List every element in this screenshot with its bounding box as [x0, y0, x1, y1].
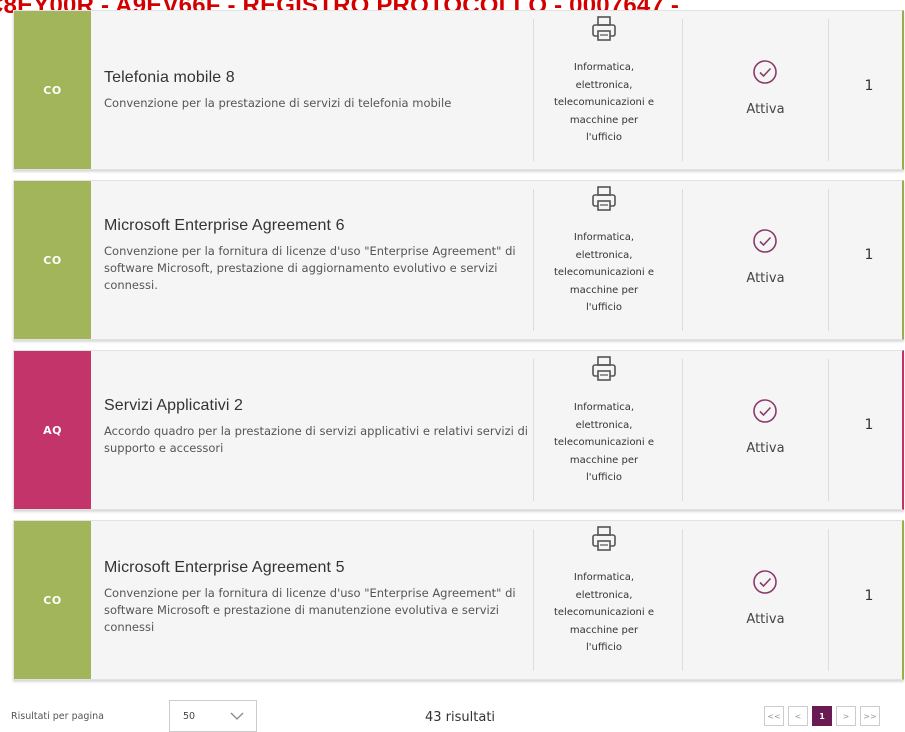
current-page-button[interactable]: 1	[812, 706, 832, 726]
column-divider	[828, 189, 829, 331]
category-label: Informatica, elettronica, telecomunicazi…	[539, 399, 669, 487]
results-count: 43 risultati	[425, 710, 496, 725]
status-cell: Attiva	[694, 181, 837, 339]
category-line: telecomunicazioni e	[553, 437, 655, 448]
result-title[interactable]: Servizi Applicativi 2	[104, 397, 529, 415]
status-cell: Attiva	[694, 521, 837, 679]
pagination-footer: Risultati per pagina 50 43 risultati << …	[0, 694, 905, 732]
result-title[interactable]: Microsoft Enterprise Agreement 5	[104, 559, 529, 577]
type-badge: CO	[14, 181, 91, 339]
results-per-page-value: 50	[183, 711, 196, 722]
result-title[interactable]: Telefonia mobile 8	[104, 69, 529, 87]
result-info: Servizi Applicativi 2 Accordo quadro per…	[104, 397, 529, 457]
result-description: Accordo quadro per la prestazione di ser…	[104, 424, 528, 455]
check-circle-icon	[753, 60, 777, 84]
category-line: l'ufficio	[586, 642, 622, 653]
category-line: macchine per	[569, 284, 639, 296]
category-cell: Informatica, elettronica, telecomunicazi…	[539, 351, 669, 509]
result-count: 1	[864, 417, 874, 433]
category-line: l'ufficio	[586, 132, 622, 143]
chevron-down-icon	[230, 712, 244, 720]
column-divider	[828, 359, 829, 501]
printer-icon	[592, 526, 616, 551]
category-line: telecomunicazioni e	[553, 97, 655, 108]
column-divider	[533, 359, 534, 501]
printer-icon	[592, 356, 616, 381]
type-badge: CO	[14, 521, 91, 679]
category-cell: Informatica, elettronica, telecomunicazi…	[539, 11, 669, 169]
category-line: Informatica,	[573, 572, 635, 583]
category-line: elettronica,	[575, 249, 633, 261]
status-label: Attiva	[746, 441, 785, 456]
category-line: elettronica,	[575, 79, 633, 91]
pager: << < 1 > >>	[764, 706, 880, 726]
category-label: Informatica, elettronica, telecomunicazi…	[539, 569, 669, 657]
category-line: Informatica,	[573, 62, 635, 73]
column-divider	[682, 189, 683, 331]
status-label: Attiva	[746, 271, 785, 286]
result-description: Convenzione per la fornitura di licenze …	[104, 586, 516, 634]
result-title[interactable]: Microsoft Enterprise Agreement 6	[104, 217, 529, 235]
result-card[interactable]: AQ Servizi Applicativi 2 Accordo quadro …	[13, 350, 904, 510]
category-line: Informatica,	[573, 402, 635, 413]
category-line: elettronica,	[575, 589, 633, 601]
printer-icon	[592, 186, 616, 211]
type-badge: CO	[14, 11, 91, 169]
category-line: l'ufficio	[586, 302, 622, 313]
category-line: telecomunicazioni e	[553, 267, 655, 278]
results-per-page-select[interactable]: 50	[169, 700, 257, 732]
check-circle-icon	[753, 399, 777, 423]
category-line: l'ufficio	[586, 472, 622, 483]
status-cell: Attiva	[694, 11, 837, 169]
column-divider	[682, 19, 683, 161]
category-line: macchine per	[569, 454, 639, 466]
result-count: 1	[864, 588, 874, 604]
status-label: Attiva	[746, 102, 785, 117]
category-line: Informatica,	[573, 232, 635, 243]
result-info: Telefonia mobile 8 Convenzione per la pr…	[104, 69, 529, 112]
first-page-button[interactable]: <<	[764, 706, 784, 726]
type-badge: AQ	[14, 351, 91, 509]
category-line: telecomunicazioni e	[553, 607, 655, 618]
prev-page-button[interactable]: <	[788, 706, 808, 726]
result-info: Microsoft Enterprise Agreement 6 Convenz…	[104, 217, 529, 294]
check-circle-icon	[753, 570, 777, 594]
category-cell: Informatica, elettronica, telecomunicazi…	[539, 521, 669, 679]
category-label: Informatica, elettronica, telecomunicazi…	[539, 59, 669, 147]
next-page-button[interactable]: >	[836, 706, 856, 726]
result-count: 1	[864, 78, 874, 94]
column-divider	[828, 529, 829, 671]
printer-icon	[592, 16, 616, 41]
status-label: Attiva	[746, 612, 785, 627]
status-cell: Attiva	[694, 351, 837, 509]
result-card[interactable]: CO Microsoft Enterprise Agreement 5 Conv…	[13, 520, 904, 680]
column-divider	[533, 19, 534, 161]
result-count: 1	[864, 247, 874, 263]
result-description: Convenzione per la fornitura di licenze …	[104, 244, 516, 292]
result-card[interactable]: CO Telefonia mobile 8 Convenzione per la…	[13, 10, 904, 170]
category-label: Informatica, elettronica, telecomunicazi…	[539, 229, 669, 317]
column-divider	[682, 529, 683, 671]
column-divider	[533, 529, 534, 671]
column-divider	[682, 359, 683, 501]
result-info: Microsoft Enterprise Agreement 5 Convenz…	[104, 559, 529, 636]
result-description: Convenzione per la prestazione di serviz…	[104, 96, 452, 110]
results-per-page-label: Risultati per pagina	[11, 711, 104, 722]
column-divider	[828, 19, 829, 161]
result-card[interactable]: CO Microsoft Enterprise Agreement 6 Conv…	[13, 180, 904, 340]
check-circle-icon	[753, 229, 777, 253]
column-divider	[533, 189, 534, 331]
category-line: macchine per	[569, 624, 639, 636]
category-line: elettronica,	[575, 419, 633, 431]
last-page-button[interactable]: >>	[860, 706, 880, 726]
category-cell: Informatica, elettronica, telecomunicazi…	[539, 181, 669, 339]
category-line: macchine per	[569, 114, 639, 126]
